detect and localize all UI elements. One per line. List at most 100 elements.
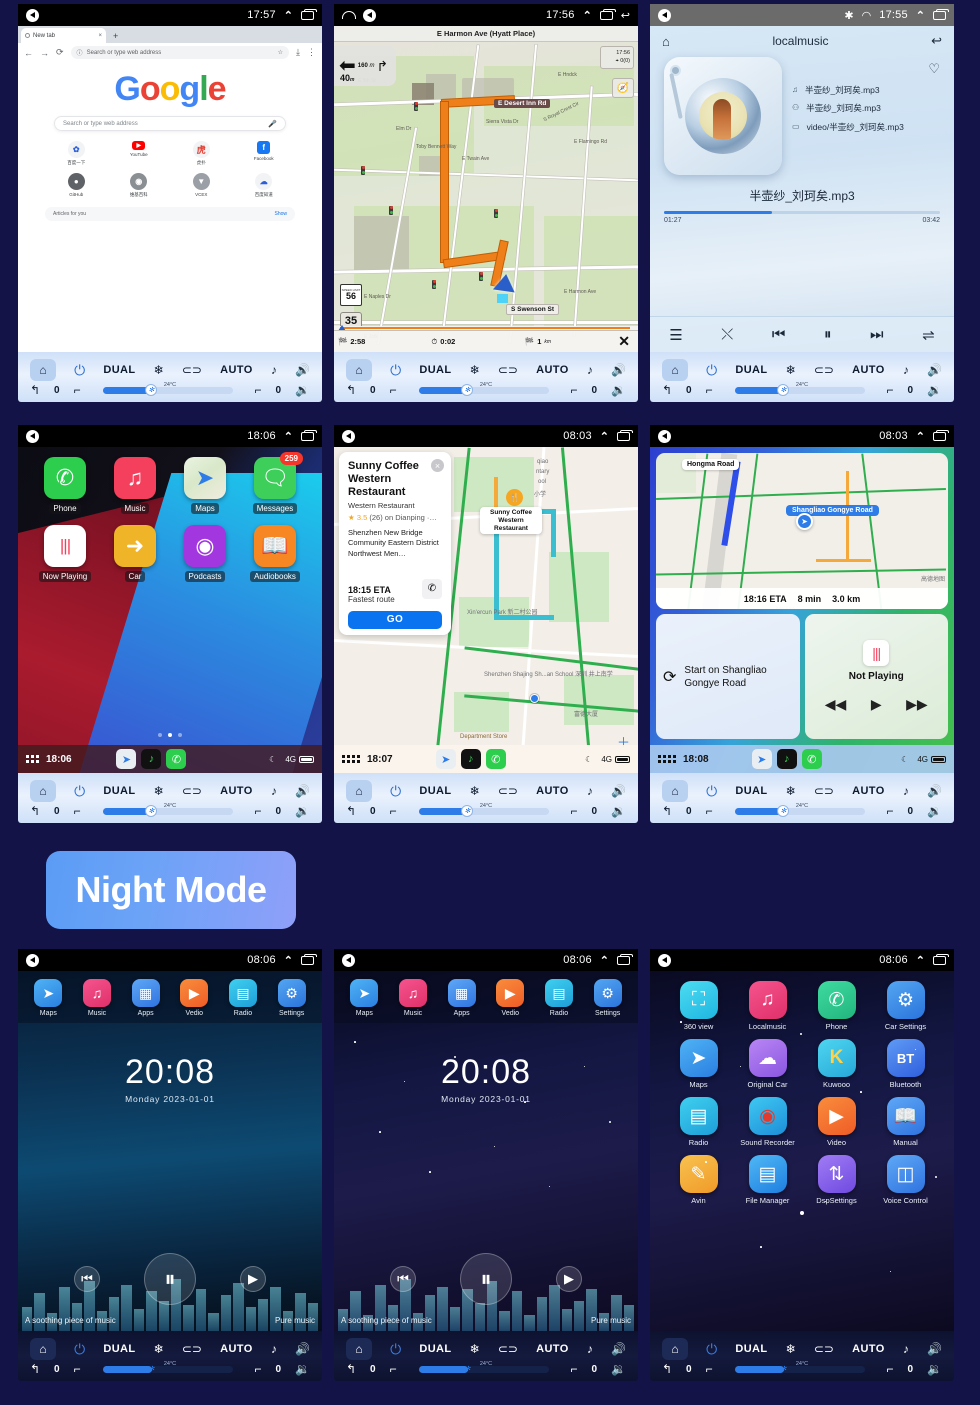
previous-icon[interactable]: ⏮ [772, 326, 786, 343]
climate-home-button[interactable]: ⌂ [662, 780, 688, 802]
fan-icon[interactable]: ♪ [587, 784, 593, 798]
volume-up-icon[interactable]: 🔊 [927, 784, 942, 798]
microphone-icon[interactable]: 🎤 [268, 120, 277, 128]
search-input[interactable]: Search or type web address 🎤 [54, 116, 286, 131]
shuffle-icon[interactable]: ⤬ [721, 326, 733, 343]
climate-dual-button[interactable]: DUAL [419, 1343, 451, 1355]
back-icon[interactable] [342, 953, 355, 967]
app-grid-icon[interactable] [658, 755, 676, 763]
previous-icon[interactable]: ⏮ [390, 1266, 416, 1292]
pause-icon[interactable]: ⏸ [824, 326, 832, 343]
climate-auto-button[interactable]: AUTO [220, 785, 253, 797]
back-icon[interactable] [658, 429, 671, 443]
carplay-maps-screen[interactable]: qiao ntary ool 小学 ⊙ Xin'ercun Park 新二村公园… [334, 447, 638, 773]
go-button[interactable]: GO [348, 610, 442, 629]
volume-up-icon[interactable]: 🔊 [295, 784, 310, 798]
dock-phone-icon[interactable]: ✆ [801, 749, 822, 769]
back-icon[interactable] [363, 8, 376, 22]
climate-auto-button[interactable]: AUTO [220, 364, 253, 376]
climate-dual-button[interactable]: DUAL [735, 785, 767, 797]
browser-menu-icon[interactable]: ⋮ [307, 47, 316, 58]
climate-power-button[interactable]: ⏻ [390, 783, 401, 800]
app-grid-icon[interactable] [26, 755, 39, 763]
rear-defrost-icon[interactable]: ⊂⊃ [498, 363, 518, 377]
climate-power-button[interactable]: ⏻ [390, 1341, 401, 1358]
volume-up-icon[interactable]: 🔊 [927, 363, 942, 377]
fan-icon[interactable]: ♪ [587, 363, 593, 377]
nav-reload-icon[interactable]: ⟳ [56, 47, 64, 58]
playlist-icon[interactable]: ☰ [669, 326, 682, 344]
climate-power-button[interactable]: ⏻ [706, 362, 717, 379]
night-app-music[interactable]: ♫ Music [82, 979, 111, 1017]
carplay-app-phone[interactable]: ✆ Phone [30, 457, 100, 514]
shortcut-item[interactable]: ● GitHub [45, 173, 108, 198]
fan-icon[interactable]: ♪ [271, 784, 277, 798]
rear-defrost-icon[interactable]: ⊂⊃ [814, 363, 834, 377]
back-icon[interactable] [26, 8, 39, 22]
rear-defrost-icon[interactable]: ⊂⊃ [498, 1342, 518, 1356]
fastforward-icon[interactable]: ▶▶ [906, 696, 928, 713]
back-icon[interactable] [658, 8, 671, 22]
recents-icon[interactable] [933, 429, 949, 441]
previous-icon[interactable]: ⏮ [74, 1266, 100, 1292]
fan-icon[interactable]: ♪ [271, 1342, 277, 1356]
rear-defrost-icon[interactable]: ⊂⊃ [182, 363, 202, 377]
volume-up-icon[interactable]: 🔊 [295, 363, 310, 377]
shortcut-item[interactable]: 虎虎扑 [170, 141, 233, 166]
rear-defrost-icon[interactable]: ⊂⊃ [182, 784, 202, 798]
volume-up-icon[interactable]: 🔊 [611, 784, 626, 798]
articles-bar[interactable]: Articles for you Show [45, 207, 295, 221]
carplay-app-maps[interactable]: ➤ Maps [170, 457, 240, 514]
snowflake-icon[interactable]: ❄ [470, 1342, 480, 1356]
fan-speed-slider[interactable]: ✻ [102, 805, 233, 817]
rear-defrost-icon[interactable]: ⊂⊃ [182, 1342, 202, 1356]
fan-speed-slider[interactable]: ✻ [102, 384, 233, 396]
fan-speed-slider[interactable]: ✻ [418, 384, 549, 396]
back-icon[interactable]: ↩ [931, 33, 942, 49]
fan-speed-slider[interactable]: ✻ [418, 805, 549, 817]
climate-dual-button[interactable]: DUAL [103, 785, 135, 797]
chevron-up-icon[interactable]: ⌃ [583, 9, 592, 22]
play-icon[interactable]: ▶ [871, 696, 882, 713]
climate-auto-button[interactable]: AUTO [852, 785, 885, 797]
fan-icon[interactable]: ♪ [271, 363, 277, 377]
shortcut-item[interactable]: ▼ VCEX [170, 173, 233, 198]
shortcut-item[interactable]: ◉ 维基百科 [108, 173, 171, 198]
place-pin[interactable]: 🍴 [506, 489, 523, 506]
shortcut-item[interactable]: ☁ 百度知道 [233, 173, 296, 198]
carplay-app-audiobooks[interactable]: 📖 Audiobooks [240, 525, 310, 582]
home-icon[interactable]: ⌂ [662, 34, 670, 49]
climate-power-button[interactable]: ⏻ [74, 783, 85, 800]
dock-phone-icon[interactable]: ✆ [485, 749, 506, 769]
volume-up-icon[interactable]: 🔊 [295, 1342, 310, 1356]
climate-dual-button[interactable]: DUAL [419, 364, 451, 376]
recents-icon[interactable] [617, 429, 633, 441]
chevron-up-icon[interactable]: ⌃ [916, 9, 925, 22]
download-icon[interactable]: ⤓ [296, 47, 300, 58]
bookmark-icon[interactable]: ☆ [278, 49, 283, 56]
snowflake-icon[interactable]: ❄ [786, 363, 796, 377]
fan-speed-slider[interactable]: ✻ [734, 805, 865, 817]
chevron-up-icon[interactable]: ⌃ [600, 954, 609, 967]
climate-auto-button[interactable]: AUTO [220, 1343, 253, 1355]
climate-power-button[interactable]: ⏻ [74, 1341, 85, 1358]
snowflake-icon[interactable]: ❄ [154, 1342, 164, 1356]
play-icon[interactable]: ▶ [240, 1266, 266, 1292]
climate-home-button[interactable]: ⌂ [346, 359, 372, 381]
rewind-icon[interactable]: ◀◀ [825, 696, 847, 713]
rear-defrost-icon[interactable]: ⊂⊃ [814, 1342, 834, 1356]
climate-auto-button[interactable]: AUTO [852, 1343, 885, 1355]
snowflake-icon[interactable]: ❄ [470, 784, 480, 798]
climate-home-button[interactable]: ⌂ [662, 359, 688, 381]
pause-icon[interactable]: ⏸ [144, 1253, 196, 1305]
recents-icon[interactable] [301, 953, 317, 965]
rear-defrost-icon[interactable]: ⊂⊃ [814, 784, 834, 798]
nav-forward-icon[interactable]: → [40, 48, 49, 58]
climate-power-button[interactable]: ⏻ [706, 783, 717, 800]
carplay-app-podcasts[interactable]: ◉ Podcasts [170, 525, 240, 582]
chevron-up-icon[interactable]: ⌃ [916, 954, 925, 967]
shortcut-item[interactable]: ✿ 百度一下 [45, 141, 108, 166]
recents-icon[interactable] [933, 8, 949, 20]
chevron-up-icon[interactable]: ⌃ [284, 9, 293, 22]
recents-icon[interactable] [933, 953, 949, 965]
